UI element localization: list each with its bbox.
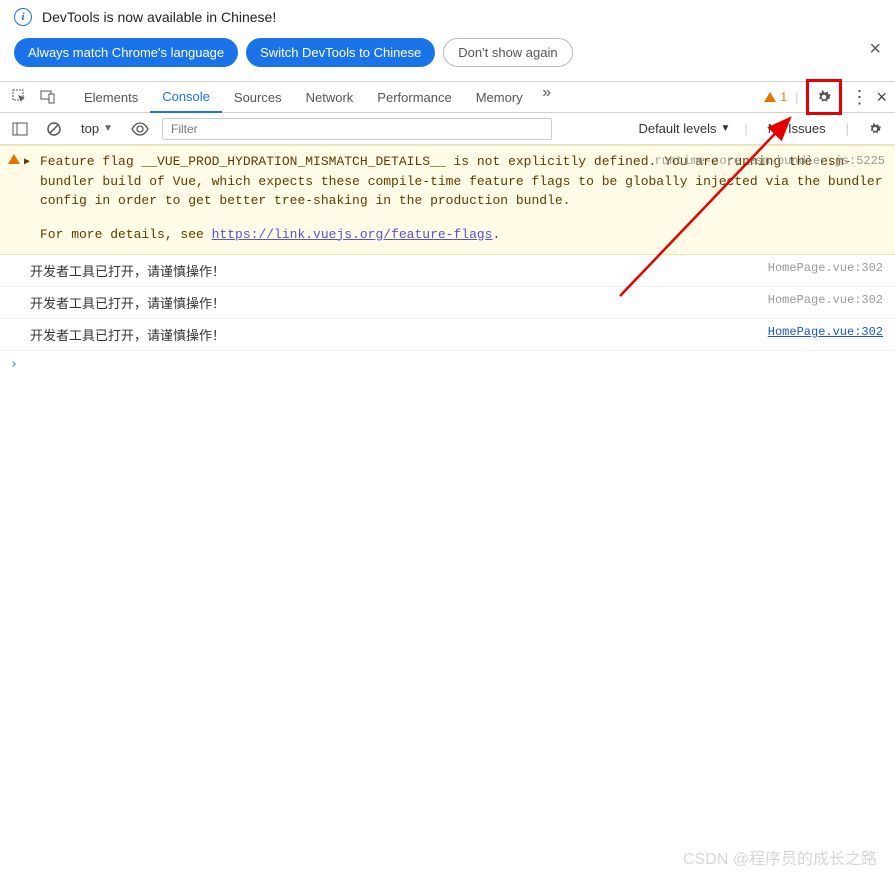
settings-gear-icon[interactable] [812,85,836,109]
tab-elements[interactable]: Elements [72,81,150,113]
dont-show-button[interactable]: Don't show again [443,38,572,67]
console-log-message[interactable]: 开发者工具已打开，请谨慎操作！ HomePage.vue:302 [0,319,895,351]
console-log-message[interactable]: 开发者工具已打开，请谨慎操作！ HomePage.vue:302 [0,287,895,319]
console-warning-message[interactable]: ▶ runtime-core.esm-bundler.js:5225 Featu… [0,145,895,255]
more-options-icon[interactable]: ⋮ [850,88,868,106]
console-body: ▶ runtime-core.esm-bundler.js:5225 Featu… [0,145,895,378]
tabs-right-controls: 1 | ⋮ × [764,79,887,115]
infobar-close-icon[interactable]: × [869,38,881,61]
toggle-sidebar-icon[interactable] [8,117,32,141]
console-toolbar: top ▼ Default levels ▼ | No Issues | [0,113,895,145]
tab-performance[interactable]: Performance [365,81,463,113]
live-expression-icon[interactable] [128,117,152,141]
tab-sources[interactable]: Sources [222,81,294,113]
tab-network[interactable]: Network [294,81,366,113]
log-levels-selector[interactable]: Default levels ▼ [638,121,730,136]
message-source-link[interactable]: runtime-core.esm-bundler.js:5225 [655,152,885,170]
info-icon: i [14,8,32,26]
filter-input[interactable] [162,118,552,140]
log-text: 开发者工具已打开，请谨慎操作！ [30,265,225,280]
infobar-buttons: Always match Chrome's language Switch De… [0,34,895,81]
clear-console-icon[interactable] [42,117,66,141]
tab-memory[interactable]: Memory [464,81,535,113]
switch-chinese-button[interactable]: Switch DevTools to Chinese [246,38,435,67]
warning-count-badge[interactable]: 1 [764,90,787,104]
issues-label[interactable]: No Issues [762,121,832,136]
message-source-link[interactable]: HomePage.vue:302 [768,325,883,339]
always-match-button[interactable]: Always match Chrome's language [14,38,238,67]
infobar-message: DevTools is now available in Chinese! [42,9,276,25]
tab-console[interactable]: Console [150,81,222,113]
feature-flags-link[interactable]: https://link.vuejs.org/feature-flags [212,227,493,242]
message-source-link[interactable]: HomePage.vue:302 [768,261,883,275]
context-label: top [81,121,99,136]
divider: | [795,90,798,105]
divider: | [744,121,747,136]
log-text: 开发者工具已打开，请谨慎操作！ [30,329,225,344]
caret-down-icon: ▼ [103,123,113,134]
inspect-element-icon[interactable] [8,85,32,109]
console-settings-gear-icon[interactable] [863,117,887,141]
prompt-chevron-icon: › [10,357,18,372]
devtools-close-icon[interactable]: × [876,87,887,108]
expand-arrow-icon[interactable]: ▶ [24,155,30,170]
watermark: CSDN @程序员的成长之路 [683,845,877,869]
warning-text-2: For more details, see https://link.vuejs… [40,225,885,245]
divider: | [846,121,849,136]
warning-count: 1 [780,90,787,104]
device-toggle-icon[interactable] [36,85,60,109]
context-selector[interactable]: top ▼ [76,118,118,139]
more-tabs-icon[interactable]: » [535,81,559,105]
caret-down-icon: ▼ [721,123,731,134]
settings-highlight-box [806,79,842,115]
message-source-link[interactable]: HomePage.vue:302 [768,293,883,307]
warning-triangle-icon [764,92,776,102]
devtools-tabs-bar: Elements Console Sources Network Perform… [0,81,895,113]
console-prompt[interactable]: › [0,351,895,378]
log-text: 开发者工具已打开，请谨慎操作！ [30,297,225,312]
console-log-message[interactable]: 开发者工具已打开，请谨慎操作！ HomePage.vue:302 [0,255,895,287]
warning-triangle-icon [8,154,20,164]
tabs-list: Elements Console Sources Network Perform… [72,81,559,113]
levels-label: Default levels [638,121,716,136]
language-infobar: i DevTools is now available in Chinese! [0,0,895,34]
